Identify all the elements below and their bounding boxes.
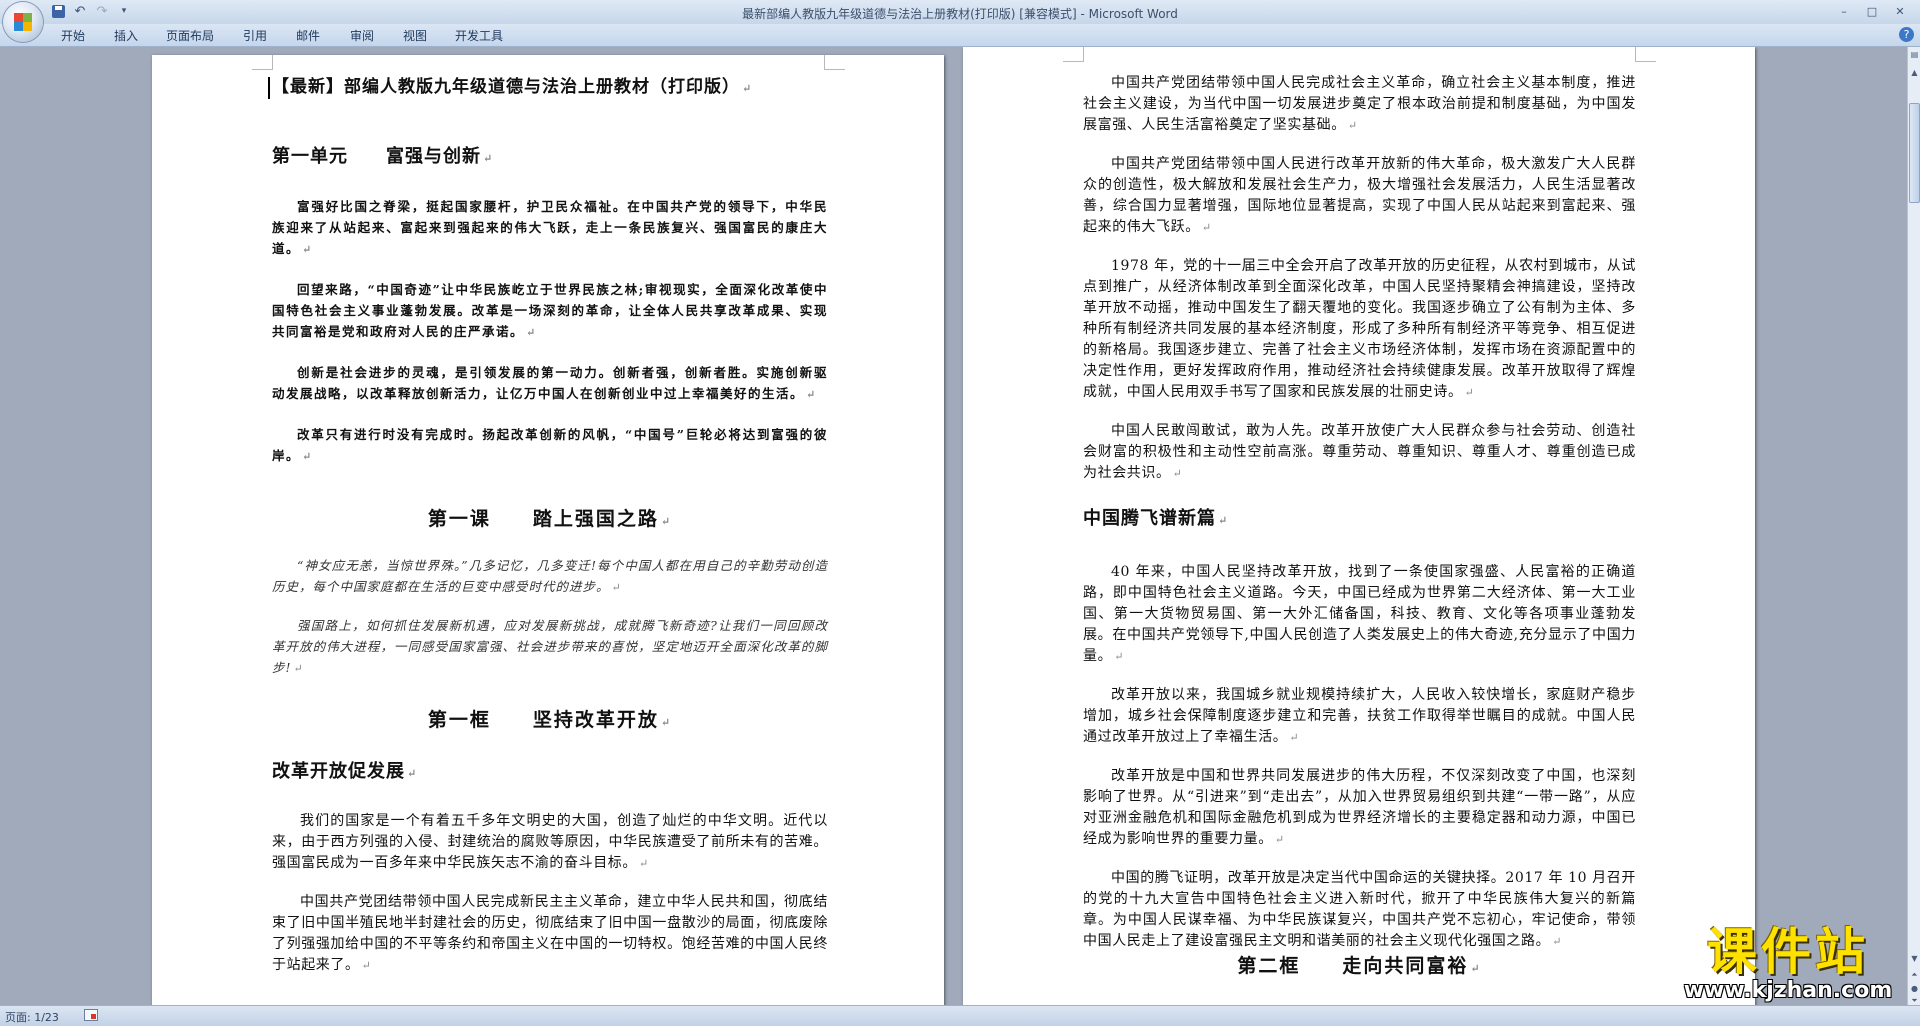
document-page-1[interactable]: 【最新】部编人教版九年级道德与法治上册教材（打印版） 第一单元 富强与创新 富强…	[152, 55, 944, 1005]
intro-paragraph: 创新是社会进步的灵魂，是引领发展的第一动力。创新者强，创新者胜。实施创新驱动发展…	[272, 362, 828, 405]
title-bar: ↶ ↷ ▾ 最新部编人教版九年级道德与法治上册教材(打印版) [兼容模式] - …	[0, 0, 1920, 24]
page2-body-b: 40 年来，中国人民坚持改革开放，找到了一条使国家强盛、人民富裕的正确道路，即中…	[1083, 562, 1636, 952]
close-button[interactable]: ✕	[1886, 3, 1914, 19]
tab-references[interactable]: 引用	[243, 27, 267, 44]
unit-intro: 富强好比国之脊梁，挺起国家腰杆，护卫民众福祉。在中国共产党的领导下，中华民族迎来…	[272, 196, 828, 467]
watermark-url: www.kjzhan.com	[1683, 978, 1893, 1003]
lesson-intro: “神女应无恙，当惊世界殊。”几多记忆，几多变迁!每个中国人都在用自己的辛勤劳动创…	[272, 555, 828, 679]
office-button[interactable]	[3, 2, 43, 42]
watermark-text: 课件站	[1707, 923, 1869, 981]
help-icon[interactable]: ?	[1899, 27, 1914, 42]
section-title: 中国腾飞谱新篇	[1083, 508, 1636, 531]
previous-page-icon[interactable]: ⏶	[1909, 969, 1920, 981]
body-paragraph: 我们的国家是一个有着五千多年文明史的大国，创造了灿烂的中华文明。近代以来，由于西…	[272, 811, 828, 874]
scroll-up-icon[interactable]: ▲	[1909, 67, 1920, 79]
watermark-logo: 课件站 www.kjzhan.com	[1668, 924, 1908, 1002]
section-title: 改革开放促发展	[272, 761, 828, 784]
page1-body: 我们的国家是一个有着五千多年文明史的大国，创造了灿烂的中华文明。近代以来，由于西…	[272, 811, 828, 976]
body-paragraph: 中国人民敢闯敢试，敢为人先。改革开放使广大人民群众参与社会劳动、创造社会财富的积…	[1083, 421, 1636, 484]
ruler-toggle-icon[interactable]: ▤	[1909, 49, 1920, 61]
maximize-button[interactable]: □	[1858, 3, 1886, 19]
status-bar: 页面: 1/23	[0, 1005, 1920, 1026]
tab-developer[interactable]: 开发工具	[455, 27, 503, 44]
tab-view[interactable]: 视图	[403, 27, 427, 44]
office-logo-icon	[14, 13, 32, 31]
window-title: 最新部编人教版九年级道德与法治上册教材(打印版) [兼容模式] - Micros…	[742, 7, 1178, 21]
lesson-title: 第一课 踏上强国之路	[272, 509, 828, 532]
tab-insert[interactable]: 插入	[114, 27, 138, 44]
unit-title: 第一单元 富强与创新	[272, 146, 832, 169]
page-count[interactable]: 页面: 1/23	[5, 1009, 59, 1025]
body-paragraph: 改革开放是中国和世界共同发展进步的伟大历程，不仅深刻改变了中国，也深刻影响了世界…	[1083, 766, 1636, 850]
proofing-status-icon[interactable]	[84, 1009, 98, 1021]
intro-paragraph: 回望来路，“中国奇迹”让中华民族屹立于世界民族之林;审视现实，全面深化改革使中国…	[272, 279, 828, 343]
body-paragraph: 40 年来，中国人民坚持改革开放，找到了一条使国家强盛、人民富裕的正确道路，即中…	[1083, 562, 1636, 667]
body-paragraph: 中国共产党团结带领中国人民完成新民主主义革命，建立中华人民共和国，彻底结束了旧中…	[272, 892, 828, 976]
body-paragraph: 中国共产党团结带领中国人民进行改革开放新的伟大革命，极大激发广大人民群众的创造性…	[1083, 154, 1636, 238]
tab-home[interactable]: 开始	[61, 27, 85, 44]
quote-paragraph: “神女应无恙，当惊世界殊。”几多记忆，几多变迁!每个中国人都在用自己的辛勤劳动创…	[272, 555, 828, 598]
body-paragraph: 中国共产党团结带领中国人民完成社会主义革命，确立社会主义基本制度，推进社会主义建…	[1083, 73, 1636, 136]
page2-body-a: 中国共产党团结带领中国人民完成社会主义革命，确立社会主义基本制度，推进社会主义建…	[1083, 73, 1636, 484]
scroll-down-icon[interactable]: ▼	[1909, 953, 1920, 965]
window-controls: – □ ✕	[1830, 3, 1914, 19]
tab-mailings[interactable]: 邮件	[296, 27, 320, 44]
minimize-button[interactable]: –	[1830, 3, 1858, 19]
scroll-thumb[interactable]	[1909, 103, 1920, 203]
body-paragraph: 1978 年，党的十一届三中全会开启了改革开放的历史征程，从农村到城市，从试点到…	[1083, 256, 1636, 403]
frame-title: 第一框 坚持改革开放	[272, 710, 828, 733]
document-title: 【最新】部编人教版九年级道德与法治上册教材（打印版）	[268, 77, 832, 99]
intro-paragraph: 改革只有进行时没有完成时。扬起改革创新的风帆，“中国号”巨轮必将达到富强的彼岸。	[272, 424, 828, 467]
tab-review[interactable]: 审阅	[350, 27, 374, 44]
document-area[interactable]: 【最新】部编人教版九年级道德与法治上册教材（打印版） 第一单元 富强与创新 富强…	[0, 47, 1907, 1005]
body-paragraph: 改革开放以来，我国城乡就业规模持续扩大，人民收入较快增长，家庭财产稳步增加，城乡…	[1083, 685, 1636, 748]
ribbon-tab-bar: 开始 插入 页面布局 引用 邮件 审阅 视图 开发工具 ?	[0, 24, 1920, 47]
quote-paragraph: 强国路上，如何抓住发展新机遇，应对发展新挑战，成就腾飞新奇迹?让我们一同回顾改革…	[272, 615, 828, 679]
document-page-2[interactable]: 中国共产党团结带领中国人民完成社会主义革命，确立社会主义基本制度，推进社会主义建…	[963, 47, 1755, 1005]
vertical-scrollbar[interactable]: ▤ ▲ ▼ ⏶ ● ⏷	[1907, 47, 1920, 1005]
intro-paragraph: 富强好比国之脊梁，挺起国家腰杆，护卫民众福祉。在中国共产党的领导下，中华民族迎来…	[272, 196, 828, 260]
frame-title: 第二框 走向共同富裕	[1083, 956, 1636, 979]
select-browse-object-icon[interactable]: ●	[1909, 983, 1920, 995]
body-paragraph: 中国的腾飞证明，改革开放是决定当代中国命运的关键抉择。2017 年 10 月召开…	[1083, 868, 1636, 952]
tab-page-layout[interactable]: 页面布局	[166, 27, 214, 44]
